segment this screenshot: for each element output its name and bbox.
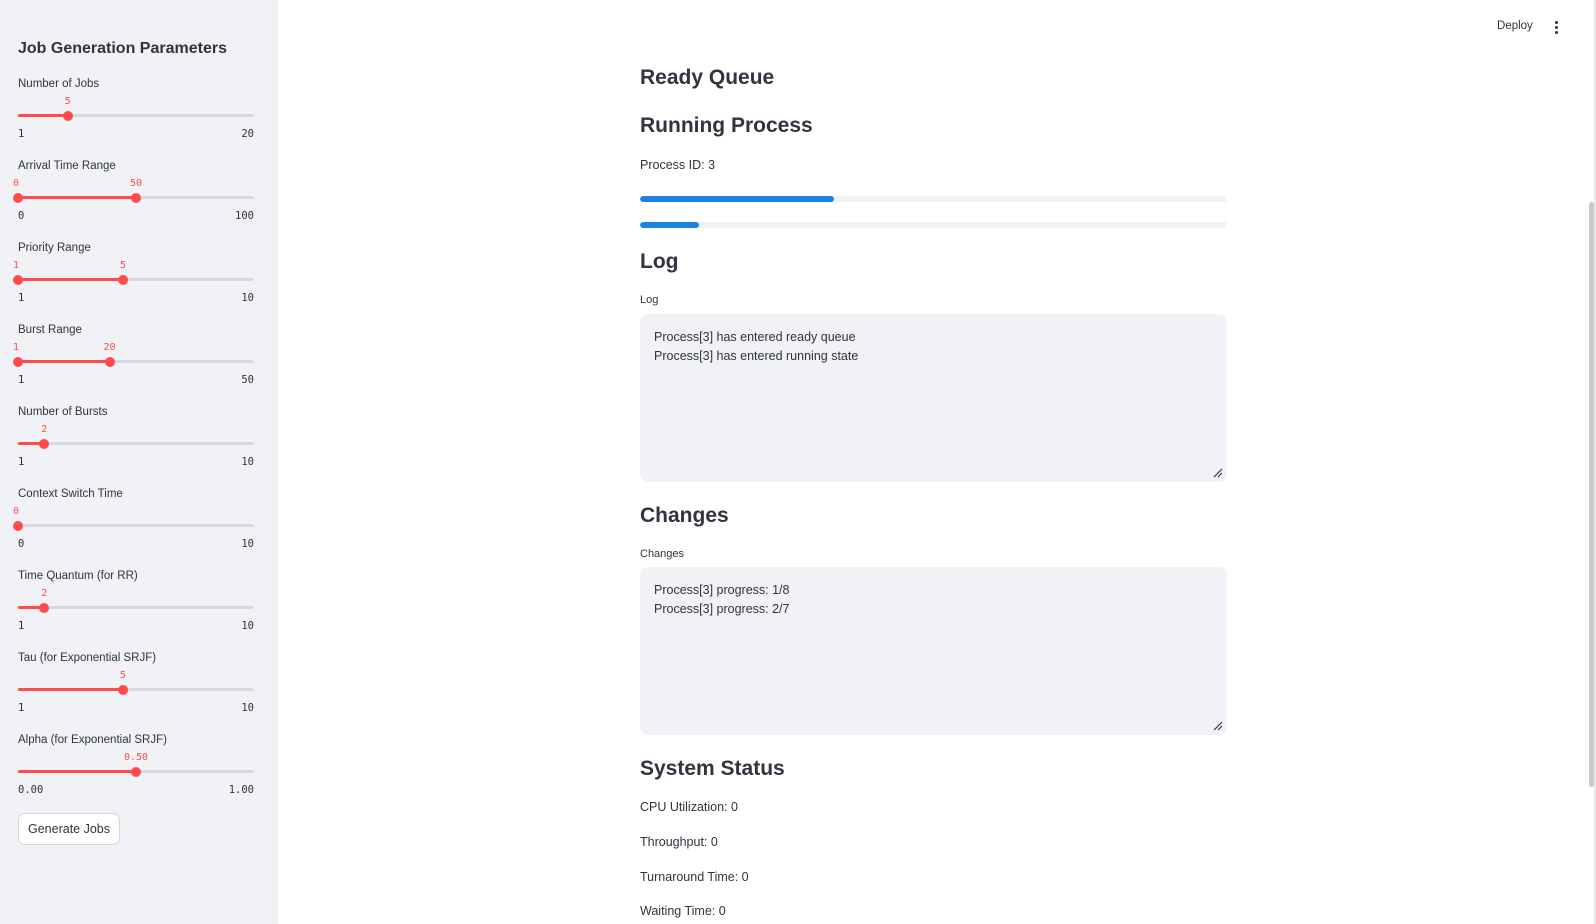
slider-max-label: 100 xyxy=(235,210,254,222)
slider-min-label: 1 xyxy=(18,456,25,468)
slider[interactable]: Alpha (for Exponential SRJF) 0.50 0.00 1.00 xyxy=(18,734,254,814)
kebab-menu-icon[interactable] xyxy=(1553,20,1559,36)
log-line: Process[3] has entered running state xyxy=(654,349,859,363)
slider-max-label: 10 xyxy=(241,456,254,468)
slider-fill xyxy=(18,114,68,117)
slider-label: Number of Jobs xyxy=(18,78,100,90)
slider-value: 5 xyxy=(119,260,126,271)
slider[interactable]: Priority Range 1 5 1 10 xyxy=(13,242,254,322)
log-textarea[interactable]: Process[3] has entered ready queue Proce… xyxy=(640,314,1227,482)
resize-handle-icon[interactable] xyxy=(1213,468,1223,478)
slider-label: Time Quantum (for RR) xyxy=(18,570,138,582)
slider-value: 20 xyxy=(103,342,116,353)
progress-bar-1 xyxy=(640,196,1227,202)
sidebar: Job Generation Parameters Number of Jobs… xyxy=(0,0,278,924)
slider[interactable]: Context Switch Time 0 0 10 xyxy=(13,488,254,568)
slider-fill xyxy=(18,360,110,363)
slider-min-label: 0 xyxy=(18,538,25,550)
slider-max-label: 50 xyxy=(241,374,254,386)
slider-label: Priority Range xyxy=(18,242,91,254)
sidebar-title: Job Generation Parameters xyxy=(18,40,227,57)
system-status-title: System Status xyxy=(640,757,785,780)
slider-value: 50 xyxy=(129,178,143,189)
slider-value: 0 xyxy=(13,506,20,517)
slider-thumb[interactable] xyxy=(13,357,23,367)
slider-thumb[interactable] xyxy=(117,275,128,285)
changes-label: Changes xyxy=(640,548,685,560)
slider-thumb[interactable] xyxy=(39,439,50,449)
ready-queue-title: Ready Queue xyxy=(640,66,775,89)
slider-value: 1 xyxy=(13,260,20,271)
waiting-time-text: Waiting Time: 0 xyxy=(640,904,726,918)
slider-label: Arrival Time Range xyxy=(18,160,116,172)
slider[interactable]: Number of Jobs 5 1 20 xyxy=(18,78,254,158)
slider-label: Number of Bursts xyxy=(18,406,108,418)
slider-label: Tau (for Exponential SRJF) xyxy=(18,652,157,664)
slider-max-label: 10 xyxy=(241,620,254,632)
changes-line: Process[3] progress: 1/8 xyxy=(654,583,790,597)
slider-max-label: 10 xyxy=(241,702,254,714)
slider-max-label: 10 xyxy=(241,292,254,304)
slider-value: 5 xyxy=(119,670,126,681)
turnaround-time-text: Turnaround Time: 0 xyxy=(640,870,749,884)
process-id-text: Process ID: 3 xyxy=(640,158,716,172)
changes-title: Changes xyxy=(640,504,729,527)
slider-thumb[interactable] xyxy=(104,357,115,367)
slider-min-label: 1 xyxy=(18,702,25,714)
slider-thumb[interactable] xyxy=(13,193,23,203)
slider-thumb[interactable] xyxy=(117,685,128,695)
slider-value: 0.50 xyxy=(123,752,149,763)
slider[interactable]: Burst Range 1 20 1 50 xyxy=(13,324,254,404)
slider-track[interactable] xyxy=(18,442,254,445)
slider[interactable]: Tau (for Exponential SRJF) 5 1 10 xyxy=(18,652,254,732)
slider-thumb[interactable] xyxy=(39,603,50,613)
slider-fill xyxy=(18,278,123,281)
slider-max-label: 10 xyxy=(241,538,254,550)
slider-thumb[interactable] xyxy=(131,767,141,777)
slider-min-label: 0.00 xyxy=(18,784,44,796)
deploy-button[interactable]: Deploy xyxy=(1497,20,1533,32)
running-process-title: Running Process xyxy=(640,114,813,137)
slider-thumb[interactable] xyxy=(62,111,73,121)
slider-fill xyxy=(18,770,136,773)
slider-min-label: 0 xyxy=(18,210,25,222)
slider-fill xyxy=(18,196,136,199)
slider[interactable]: Number of Bursts 2 1 10 xyxy=(18,406,254,486)
slider-thumb[interactable] xyxy=(13,521,23,531)
log-line: Process[3] has entered ready queue xyxy=(654,330,856,344)
slider[interactable]: Arrival Time Range 0 50 0 100 xyxy=(13,160,254,240)
throughput-text: Throughput: 0 xyxy=(640,835,718,849)
changes-textarea[interactable]: Process[3] progress: 1/8 Process[3] prog… xyxy=(640,567,1227,735)
slider-track[interactable] xyxy=(18,524,254,527)
resize-handle-icon[interactable] xyxy=(1213,721,1223,731)
slider-min-label: 1 xyxy=(18,620,25,632)
generate-jobs-button[interactable]: Generate Jobs xyxy=(18,813,120,845)
log-label: Log xyxy=(640,294,659,306)
slider-max-label: 20 xyxy=(241,128,254,140)
slider-label: Burst Range xyxy=(18,324,82,336)
slider-label: Context Switch Time xyxy=(18,488,123,500)
log-title: Log xyxy=(640,250,679,273)
slider-min-label: 1 xyxy=(18,374,25,386)
slider-fill xyxy=(18,688,123,691)
slider-value: 1 xyxy=(13,342,20,353)
slider-max-label: 1.00 xyxy=(228,784,254,796)
cpu-utilization-text: CPU Utilization: 0 xyxy=(640,800,738,814)
slider-label: Alpha (for Exponential SRJF) xyxy=(18,734,167,746)
changes-line: Process[3] progress: 2/7 xyxy=(654,602,790,616)
progress-bar-2 xyxy=(640,222,1227,228)
slider-value: 2 xyxy=(41,588,48,599)
slider-track[interactable] xyxy=(18,606,254,609)
slider-value: 5 xyxy=(64,96,71,107)
slider-min-label: 1 xyxy=(18,292,25,304)
slider-min-label: 1 xyxy=(18,128,25,140)
slider-value: 0 xyxy=(13,178,20,189)
slider-thumb[interactable] xyxy=(13,275,23,285)
slider-value: 2 xyxy=(41,424,48,435)
slider-thumb[interactable] xyxy=(131,193,141,203)
slider[interactable]: Time Quantum (for RR) 2 1 10 xyxy=(18,570,254,650)
